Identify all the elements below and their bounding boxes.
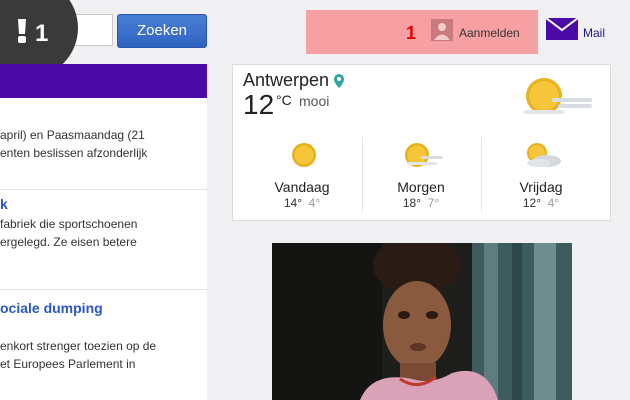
forecast-divider	[481, 137, 482, 212]
user-icon	[431, 19, 453, 41]
news-text-line: enkort strenger toezien op de	[0, 339, 157, 353]
news-text-line: fabriek die sportschoenen	[0, 217, 138, 231]
sun-icon	[292, 143, 316, 167]
news-title[interactable]: k	[0, 196, 8, 212]
notification-count: 1	[35, 20, 49, 47]
forecast-high: 18°	[402, 196, 421, 210]
forecast-temps: 14° 4°	[252, 196, 352, 210]
login-link[interactable]: Aanmelden	[459, 26, 520, 40]
forecast-low: 4°	[547, 196, 560, 210]
weather-city: Antwerpen	[243, 70, 330, 90]
news-text-line: et Europees Parlement in	[0, 357, 136, 371]
forecast-divider	[362, 137, 363, 212]
forecast-day: Vrijdag	[519, 179, 563, 195]
forecast-day: Vandaag	[274, 179, 330, 195]
news-text-line: enten beslissen afzonderlijk	[0, 146, 148, 160]
search-button[interactable]: Zoeken	[117, 14, 207, 48]
forecast-day: Morgen	[397, 179, 445, 195]
forecast-temps: 18° 7°	[371, 196, 471, 210]
news-title[interactable]: ociale dumping	[0, 300, 103, 316]
mail-link[interactable]: Mail	[583, 26, 605, 40]
forecast-temps: 12° 4°	[491, 196, 591, 210]
weather-unit: °C	[276, 92, 292, 108]
forecast-low: 7°	[427, 196, 440, 210]
mail-icon[interactable]	[546, 18, 578, 40]
sun-haze-icon	[524, 78, 592, 114]
forecast-high: 14°	[283, 196, 302, 210]
sun-haze-icon	[405, 143, 443, 167]
news-text-line: april) en Paasmaandag (21	[0, 128, 145, 142]
alert-icon	[18, 19, 26, 43]
sun-cloud-icon	[527, 143, 561, 167]
weather-current-temp: 12	[243, 89, 275, 120]
forecast-low: 4°	[308, 196, 321, 210]
location-pin-icon	[334, 74, 344, 88]
news-photo[interactable]	[272, 243, 572, 400]
weather-condition: mooi	[299, 93, 330, 109]
forecast-high: 12°	[522, 196, 541, 210]
login-notification-count: 1	[406, 23, 417, 43]
news-header-bar	[0, 64, 207, 98]
news-text-line: ergelegd. Ze eisen betere	[0, 235, 137, 249]
